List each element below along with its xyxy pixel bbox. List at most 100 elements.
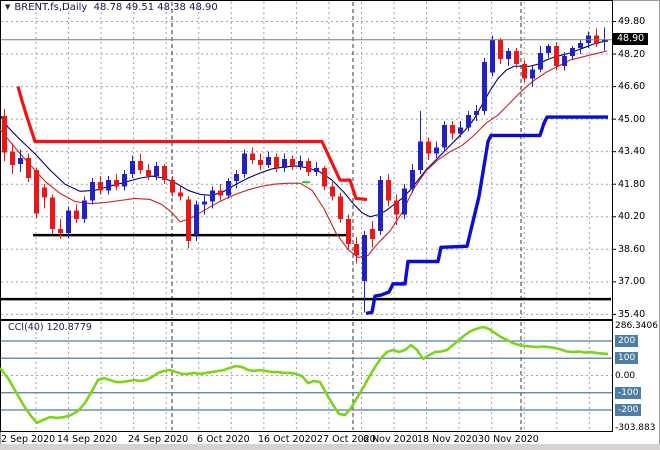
candle-body bbox=[346, 218, 351, 245]
cci-level-tag: 200 bbox=[615, 335, 639, 347]
price-axis-label: 38.60 bbox=[618, 243, 646, 255]
chart-title: ▼ BRENT.fs,Daily 48.78 49.51 48.38 48.90 bbox=[5, 2, 218, 13]
candle-body bbox=[178, 192, 183, 197]
candle-body bbox=[538, 53, 543, 70]
candle-body bbox=[506, 50, 511, 60]
candle-body bbox=[434, 147, 439, 154]
candle-body bbox=[58, 228, 63, 234]
candle-body bbox=[498, 39, 503, 60]
candle bbox=[346, 214, 351, 250]
candle-body bbox=[394, 200, 399, 215]
candle-body bbox=[266, 156, 271, 165]
symbol-dropdown-icon[interactable]: ▼ bbox=[5, 3, 10, 11]
chart-canvas[interactable] bbox=[0, 0, 660, 450]
cci-level-tag: 100 bbox=[615, 352, 639, 365]
candle bbox=[186, 196, 191, 249]
candle-body bbox=[250, 153, 255, 160]
cci-axis-label: -303.883 bbox=[615, 422, 656, 433]
candle-body bbox=[274, 156, 279, 168]
price-axis-label: 43.40 bbox=[618, 146, 646, 158]
candle-body bbox=[330, 186, 335, 197]
candle-body bbox=[522, 64, 527, 79]
candle-body bbox=[42, 187, 47, 198]
candle-body bbox=[194, 204, 199, 236]
price-axis-label: 49.80 bbox=[618, 16, 646, 27]
candle bbox=[554, 41, 559, 71]
candle-body bbox=[386, 180, 391, 201]
cci-level-tag: -200 bbox=[615, 404, 642, 416]
candle-body bbox=[202, 201, 207, 205]
candle-body bbox=[10, 151, 15, 165]
candle-body bbox=[322, 167, 327, 187]
candle-body bbox=[122, 174, 127, 187]
price-axis-label: 35.40 bbox=[618, 308, 646, 320]
candle-body bbox=[258, 159, 263, 165]
candle-body bbox=[458, 127, 463, 134]
candle bbox=[338, 192, 343, 223]
candle-body bbox=[354, 244, 359, 256]
candle-body bbox=[154, 165, 159, 177]
candle-body bbox=[218, 190, 223, 196]
price-axis-label: 41.80 bbox=[618, 178, 646, 190]
candle bbox=[402, 184, 407, 219]
candle-body bbox=[442, 125, 447, 148]
candle-body bbox=[474, 110, 479, 116]
candle-body bbox=[98, 182, 103, 191]
candle-body bbox=[170, 180, 175, 193]
price-axis-label: 37.00 bbox=[618, 276, 646, 288]
candle-body bbox=[370, 228, 375, 240]
price-axis-label: 40.20 bbox=[618, 211, 646, 223]
candle bbox=[194, 200, 199, 242]
candle-body bbox=[186, 199, 191, 242]
candle bbox=[490, 35, 495, 77]
candle bbox=[242, 149, 247, 179]
candle-body bbox=[26, 157, 31, 179]
candle-body bbox=[314, 167, 319, 173]
candle-body bbox=[570, 47, 575, 57]
candle-body bbox=[34, 169, 39, 214]
price-axis-label: 48.20 bbox=[618, 48, 646, 60]
candle-body bbox=[242, 153, 247, 175]
candle-body bbox=[362, 235, 367, 281]
candle-body bbox=[146, 169, 151, 177]
candle-body bbox=[114, 180, 119, 187]
candle bbox=[26, 153, 31, 183]
candle-body bbox=[210, 190, 215, 202]
cci-indicator-label: CCI(40) 120.8779 bbox=[8, 322, 92, 333]
candle-body bbox=[234, 174, 239, 182]
candle-body bbox=[546, 45, 551, 54]
candle-body bbox=[298, 160, 303, 166]
cci-axis-label: 0.00 bbox=[615, 370, 636, 381]
candle-body bbox=[514, 50, 519, 65]
candle-body bbox=[562, 56, 567, 67]
candle bbox=[378, 176, 383, 236]
candle-body bbox=[290, 158, 295, 166]
chart-title-text: BRENT.fs,Daily 48.78 49.51 48.38 48.90 bbox=[14, 2, 218, 13]
candle-body bbox=[586, 35, 591, 43]
candle-body bbox=[402, 188, 407, 215]
candle-body bbox=[282, 158, 287, 168]
candle-body bbox=[426, 141, 431, 154]
candle-body bbox=[74, 210, 79, 219]
candle bbox=[482, 58, 487, 116]
candle-body bbox=[138, 160, 143, 170]
candle-body bbox=[18, 157, 23, 164]
candle-body bbox=[410, 169, 415, 189]
candle-body bbox=[106, 180, 111, 191]
candle bbox=[442, 121, 447, 152]
candle-body bbox=[90, 182, 95, 201]
window-bottom-edge bbox=[0, 444, 660, 450]
candle-body bbox=[226, 181, 231, 196]
candle-body bbox=[162, 165, 167, 181]
candle bbox=[50, 194, 55, 235]
price-axis-label: 46.60 bbox=[618, 81, 646, 93]
candle-body bbox=[554, 45, 559, 67]
current-price-tag: 48.90 bbox=[613, 33, 649, 46]
candle-body bbox=[66, 210, 71, 234]
candle-body bbox=[2, 116, 7, 153]
candle-body bbox=[450, 125, 455, 134]
cci-axis-label: 286.3406 bbox=[615, 321, 658, 332]
price-axis-label: 45.00 bbox=[618, 113, 646, 125]
candle-body bbox=[490, 39, 495, 73]
candle-body bbox=[338, 196, 343, 219]
